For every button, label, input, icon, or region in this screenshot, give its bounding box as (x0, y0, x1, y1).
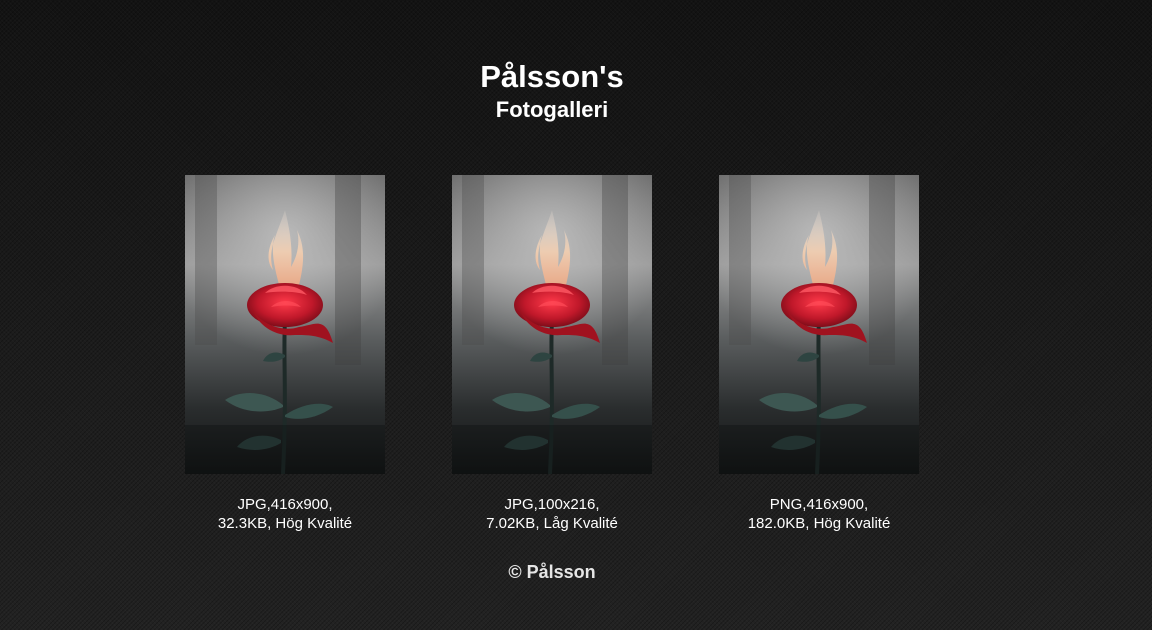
rose-on-fire-photo[interactable] (185, 175, 385, 474)
caption-size-line: 32.3KB, Hög Kvalité (217, 515, 353, 532)
photo-gallery: JPG,416x900, 32.3KB, Hög Kvalité JPG,100… (0, 175, 1152, 545)
copyright-footer: © Pålsson (508, 562, 596, 582)
caption-size-line: 182.0KB, Hög Kvalité (747, 515, 891, 532)
page-subtitle: Fotogalleri (495, 97, 609, 122)
rose-on-fire-photo[interactable] (452, 175, 652, 474)
rose-on-fire-photo[interactable] (719, 175, 919, 474)
caption-size-line: 7.02KB, Låg Kvalité (486, 515, 618, 532)
page-title: Pålsson's (480, 59, 624, 94)
caption-format-line: JPG,416x900, (237, 496, 333, 513)
caption-format-line: JPG,100x216, (504, 496, 600, 513)
gallery-item: JPG,100x216, 7.02KB, Låg Kvalité (452, 175, 652, 533)
photo-caption: JPG,416x900, 32.3KB, Hög Kvalité (185, 495, 385, 533)
page-header: Pålsson's Fotogalleri (0, 58, 1104, 124)
photo-caption: JPG,100x216, 7.02KB, Låg Kvalité (452, 495, 652, 533)
caption-format-line: PNG,416x900, (769, 496, 869, 513)
gallery-item: PNG,416x900, 182.0KB, Hög Kvalité (719, 175, 919, 533)
photo-caption: PNG,416x900, 182.0KB, Hög Kvalité (719, 495, 919, 533)
gallery-item: JPG,416x900, 32.3KB, Hög Kvalité (185, 175, 385, 533)
